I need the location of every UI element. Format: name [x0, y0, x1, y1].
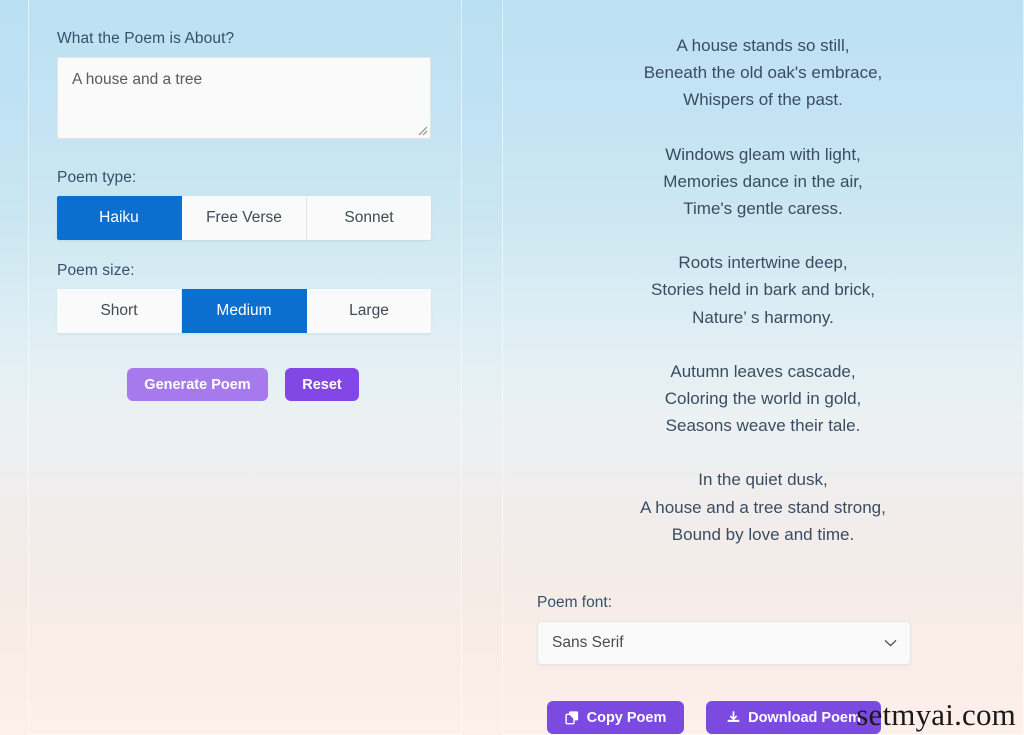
poem-type-label: Poem type:: [57, 169, 137, 186]
poem-generator-app: What the Poem is About? Poem type: Haiku…: [0, 0, 1024, 735]
copy-poem-label: Copy Poem: [586, 709, 667, 726]
poem-type-option-haiku[interactable]: Haiku: [57, 196, 182, 240]
poem-size-segmented-control[interactable]: Short Medium Large: [57, 289, 431, 333]
poem-line: Bound by love and time.: [671, 524, 855, 544]
download-icon: [727, 711, 740, 722]
prompt-input[interactable]: [57, 57, 431, 139]
poem-type-option-sonnet[interactable]: Sonnet: [307, 196, 431, 240]
poem-font-label: Poem font:: [537, 594, 612, 611]
poem-line: Seasons weave their tale.: [665, 416, 861, 436]
poem-stanza: Autumn leaves cascade, Coloring the worl…: [525, 358, 1001, 440]
poem-stanza: In the quiet dusk, A house and a tree st…: [525, 466, 1001, 548]
watermark: setmyai.com: [856, 697, 1016, 732]
poem-font-select[interactable]: Sans Serif: [537, 621, 911, 665]
poem-stanza: Roots intertwine deep, Stories held in b…: [525, 249, 1001, 331]
poem-size-option-medium[interactable]: Medium: [182, 289, 307, 333]
poem-line: In the quiet dusk,: [698, 470, 828, 490]
poem-line: Nature’ s harmony.: [692, 307, 834, 327]
prompt-field-wrapper: [57, 57, 431, 139]
poem-line: Memories dance in the air,: [663, 171, 863, 191]
poem-line: Stories held in bark and brick,: [651, 280, 875, 300]
poem-line: Whispers of the past.: [683, 90, 843, 110]
poem-line: Autumn leaves cascade,: [670, 361, 856, 381]
poem-stanza: A house stands so still, Beneath the old…: [525, 32, 1001, 114]
reset-button[interactable]: Reset: [285, 368, 359, 401]
poem-size-option-short[interactable]: Short: [57, 289, 182, 333]
poem-line: A house and a tree stand strong,: [640, 497, 886, 517]
poem-line: Coloring the world in gold,: [664, 389, 862, 409]
download-poem-button[interactable]: Download Poem: [706, 701, 881, 734]
poem-size-label: Poem size:: [57, 262, 135, 279]
poem-type-option-free-verse[interactable]: Free Verse: [182, 196, 307, 240]
download-poem-label: Download Poem: [748, 709, 861, 726]
poem-font-select-wrapper[interactable]: Sans Serif: [537, 621, 911, 665]
poem-line: Time's gentle caress.: [683, 199, 843, 219]
settings-panel: What the Poem is About? Poem type: Haiku…: [28, 0, 462, 735]
poem-line: A house stands so still,: [676, 36, 850, 55]
copy-icon: [565, 711, 578, 725]
poem-line: Roots intertwine deep,: [678, 253, 848, 273]
poem-line: Beneath the old oak's embrace,: [643, 63, 883, 83]
form-actions: Generate Poem Reset: [127, 368, 435, 401]
prompt-label: What the Poem is About?: [57, 30, 235, 47]
poem-line: Windows gleam with light,: [665, 144, 861, 164]
poem-result-panel: A house stands so still, Beneath the old…: [502, 0, 1024, 735]
poem-type-segmented-control[interactable]: Haiku Free Verse Sonnet: [57, 196, 431, 240]
poem-stanza: Windows gleam with light, Memories dance…: [525, 141, 1001, 223]
copy-poem-button[interactable]: Copy Poem: [547, 701, 684, 734]
poem-size-option-large[interactable]: Large: [307, 289, 431, 333]
generate-poem-button[interactable]: Generate Poem: [127, 368, 268, 401]
poem-output: A house stands so still, Beneath the old…: [525, 32, 1001, 548]
